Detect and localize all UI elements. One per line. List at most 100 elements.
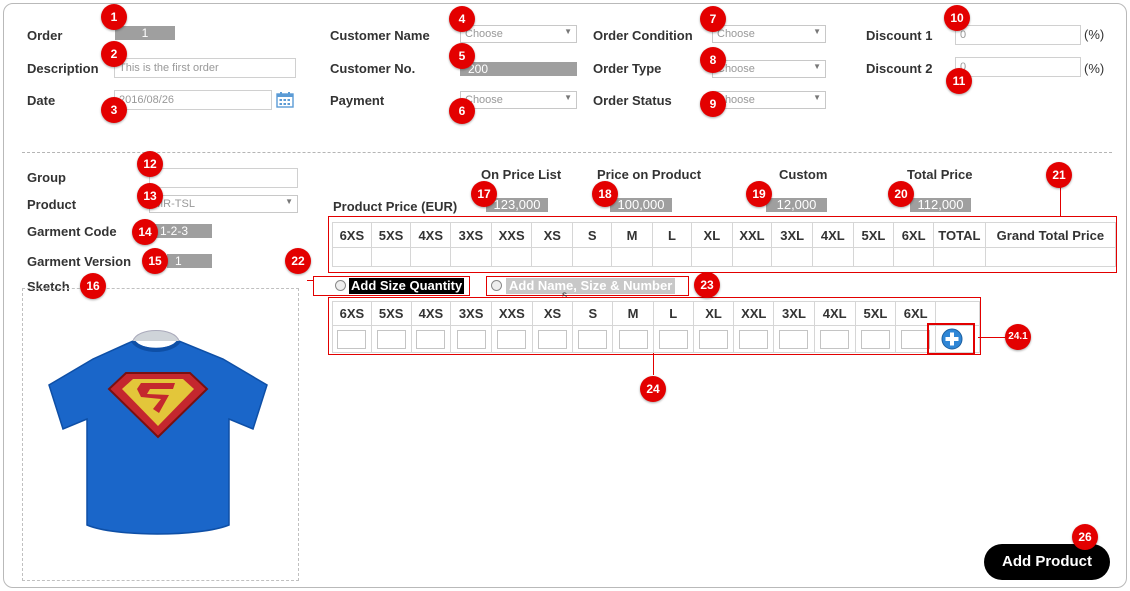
- order-condition-select[interactable]: Choose ▼: [712, 25, 826, 43]
- qty-cell: [450, 325, 492, 353]
- summary-header-cell: 6XL: [893, 222, 934, 248]
- quantity-input-s[interactable]: [578, 329, 608, 349]
- product-price-label: Product Price (EUR): [333, 199, 458, 214]
- discount1-unit: (%): [1084, 27, 1105, 42]
- badge-11: 11: [946, 68, 972, 94]
- group-input[interactable]: [149, 168, 298, 188]
- qty-cell: [370, 325, 412, 353]
- badge-12: 12: [137, 151, 163, 177]
- quantity-input-4xl[interactable]: [820, 329, 850, 349]
- radio-unselected[interactable]: [491, 280, 502, 291]
- customer-name-select[interactable]: Choose ▼: [460, 25, 577, 43]
- badge-20: 20: [888, 181, 914, 207]
- qty-cell: [410, 325, 452, 353]
- dropdown-arrow-icon: ▼: [813, 93, 821, 102]
- dropdown-arrow-icon: ▼: [813, 27, 821, 36]
- dropdown-arrow-icon: ▼: [285, 197, 293, 206]
- product-select[interactable]: MR-TSL ▼: [149, 195, 298, 213]
- quantity-input-3xl[interactable]: [779, 329, 809, 349]
- plus-circle-icon[interactable]: [941, 328, 963, 355]
- size-summary-box: 6XS 5XS 4XS 3XS XXS XS S M L XL XXL 3XL 4XL 5XL 6XL TOT…: [328, 216, 1117, 273]
- qty-cell: [490, 325, 533, 353]
- quantity-input-5xl[interactable]: [860, 329, 890, 349]
- discount1-label: Discount 1: [866, 28, 933, 43]
- add-name-size-number-option[interactable]: Add Name, Size & Number: [486, 276, 689, 296]
- quantity-input-xl[interactable]: [699, 329, 728, 349]
- leader-line: [307, 280, 314, 281]
- qty-cell: [692, 325, 735, 353]
- add-row-highlight: [927, 323, 975, 355]
- description-input[interactable]: This is the first order: [114, 58, 296, 78]
- summary-value-cell: [611, 247, 653, 267]
- badge-26: 26: [1072, 524, 1098, 550]
- summary-header-cell: 5XL: [852, 222, 895, 248]
- quantity-input-m[interactable]: [618, 329, 648, 349]
- qty-header-cell: XL: [692, 301, 735, 326]
- qty-action-header-cell: [935, 301, 980, 326]
- sketch-area: [22, 288, 299, 581]
- qty-cell: [332, 325, 372, 353]
- quantity-input-3xs[interactable]: [456, 329, 486, 349]
- quantity-input-l[interactable]: [658, 329, 688, 349]
- badge-17: 17: [471, 181, 497, 207]
- description-label: Description: [27, 61, 99, 76]
- summary-header-cell: 3XL: [771, 222, 813, 248]
- dropdown-arrow-icon: ▼: [813, 62, 821, 71]
- badge-24: 24: [640, 376, 666, 402]
- qty-cell: [773, 325, 815, 353]
- discount2-unit: (%): [1084, 61, 1105, 76]
- radio-selected[interactable]: [335, 280, 346, 291]
- qty-cell: [612, 325, 654, 353]
- summary-header-cell: XS: [531, 222, 573, 248]
- discount2-input[interactable]: 0: [955, 57, 1081, 77]
- qty-header-cell: S: [572, 301, 614, 326]
- quantity-input-5xs[interactable]: [376, 329, 406, 349]
- badge-7: 7: [700, 6, 726, 32]
- date-input[interactable]: 2016/08/26: [114, 90, 272, 110]
- price-on-product-value: 100,000: [610, 198, 672, 212]
- order-status-select[interactable]: Choose ▼: [712, 91, 826, 109]
- summary-header-cell: 3XS: [450, 222, 492, 248]
- summary-header-cell: XXS: [490, 222, 533, 248]
- order-label: Order: [27, 28, 63, 43]
- quantity-input-xs[interactable]: [538, 329, 568, 349]
- summary-value-cell: [332, 247, 372, 267]
- badge-2: 2: [101, 41, 127, 67]
- date-label: Date: [27, 93, 56, 108]
- quantity-input-6xl[interactable]: [901, 329, 931, 349]
- qty-header-cell: M: [612, 301, 654, 326]
- add-product-button[interactable]: Add Product: [984, 544, 1110, 580]
- qty-header-cell: XXS: [490, 301, 533, 326]
- qty-header-cell: 5XL: [854, 301, 897, 326]
- quantity-input-xxs[interactable]: [497, 329, 527, 349]
- badge-10: 10: [944, 5, 970, 31]
- product-label: Product: [27, 197, 77, 212]
- badge-8: 8: [700, 47, 726, 73]
- price-on-product-label: Price on Product: [597, 167, 702, 182]
- summary-value-cell: [651, 247, 693, 267]
- summary-header-cell: 4XL: [811, 222, 854, 248]
- calendar-icon[interactable]: [276, 91, 294, 113]
- summary-header-cell: XL: [691, 222, 733, 248]
- summary-value-cell: [984, 247, 1117, 267]
- size-summary-table: 6XS 5XS 4XS 3XS XXS XS S M L XL XXL 3XL 4XL 5XL 6XL TOT…: [332, 222, 1117, 267]
- qty-header-cell: 3XL: [773, 301, 815, 326]
- discount1-input[interactable]: 0: [955, 25, 1081, 45]
- quantity-input-4xs[interactable]: [416, 329, 446, 349]
- add-size-quantity-option[interactable]: Add Size Quantity: [313, 276, 470, 296]
- add-name-size-number-label: Add Name, Size & Number: [506, 278, 676, 294]
- qty-header-cell: 3XS: [450, 301, 492, 326]
- summary-value-cell: [731, 247, 773, 267]
- quantity-input-6xs[interactable]: [337, 329, 367, 349]
- qty-cell: [652, 325, 694, 353]
- order-type-select[interactable]: Choose ▼: [712, 60, 826, 78]
- qty-header-cell: 6XL: [895, 301, 937, 326]
- payment-select[interactable]: Choose ▼: [460, 91, 577, 109]
- badge-15: 15: [142, 248, 168, 274]
- on-price-list-label: On Price List: [481, 167, 562, 182]
- summary-header-cell: TOTAL: [932, 222, 986, 248]
- summary-value-cell: [531, 247, 573, 267]
- quantity-input-xxl[interactable]: [739, 329, 769, 349]
- badge-19: 19: [746, 181, 772, 207]
- summary-value-cell: [893, 247, 934, 267]
